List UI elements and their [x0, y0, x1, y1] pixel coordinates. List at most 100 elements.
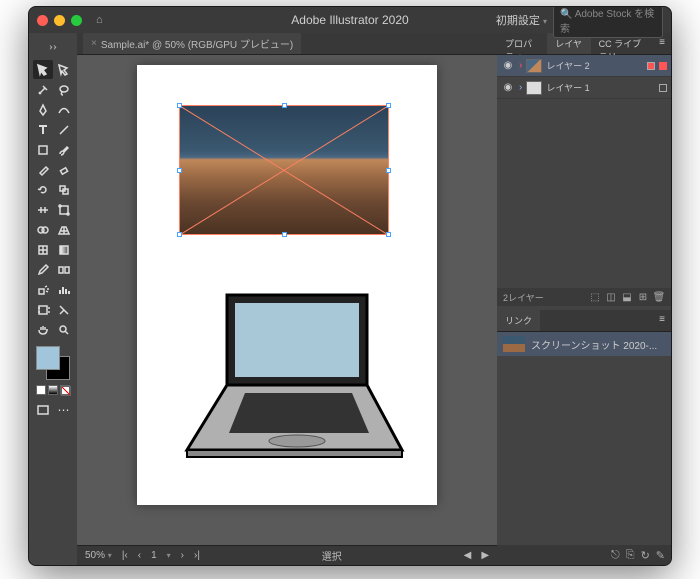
close-tab-icon[interactable]: × [91, 38, 97, 49]
locate-object-icon[interactable]: ⬚ [589, 291, 601, 303]
fill-stroke-swatch[interactable] [36, 346, 70, 380]
artboard-nav-first[interactable]: |‹ [122, 550, 128, 561]
link-filename: スクリーンショット 2020-... [531, 337, 657, 352]
app-nav: ⌂ [96, 14, 103, 26]
graph-tool[interactable] [54, 280, 74, 299]
handle-tr[interactable] [386, 103, 391, 108]
document-tab-label: Sample.ai* @ 50% (RGB/GPU プレビュー) [101, 36, 293, 51]
scroll-right[interactable]: ▶ [481, 550, 489, 561]
close-window-button[interactable] [37, 15, 48, 26]
scroll-left[interactable]: ◀ [464, 550, 472, 561]
links-tab[interactable]: リンク [497, 310, 540, 331]
color-mode-solid[interactable] [36, 385, 46, 395]
layers-footer: 2レイヤー ⬚ ◫ ⬓ ⊞ 🗑 [497, 288, 671, 306]
gradient-tool[interactable] [54, 240, 74, 259]
layer-selected-indicator [659, 62, 667, 70]
layer-count: 2レイヤー [503, 291, 544, 304]
artboard-nav-last[interactable]: ›| [194, 550, 200, 561]
artboard-number[interactable]: 1 [151, 550, 157, 561]
symbol-sprayer-tool[interactable] [33, 280, 53, 299]
edit-original-icon[interactable]: ✎ [656, 549, 665, 562]
link-thumbnail [503, 336, 525, 352]
hand-tool[interactable] [33, 320, 53, 339]
color-mode-none[interactable] [60, 385, 70, 395]
pen-tool[interactable] [33, 100, 53, 119]
rotate-tool[interactable] [33, 180, 53, 199]
zoom-tool[interactable] [54, 320, 74, 339]
visibility-icon[interactable]: ◉ [501, 60, 515, 71]
maximize-window-button[interactable] [71, 15, 82, 26]
width-tool[interactable] [33, 200, 53, 219]
direct-selection-tool[interactable] [54, 60, 74, 79]
toolbox-grip[interactable]: ›› [43, 37, 63, 56]
layer-row[interactable]: ◉ › レイヤー 1 [497, 77, 671, 99]
document-tab[interactable]: × Sample.ai* @ 50% (RGB/GPU プレビュー) [83, 33, 301, 54]
eraser-tool[interactable] [54, 160, 74, 179]
eyedropper-tool[interactable] [33, 260, 53, 279]
canvas[interactable] [77, 55, 497, 545]
layer-target-icon[interactable] [647, 62, 655, 70]
workspace-preset[interactable]: 初期設定 ▾ [496, 12, 547, 28]
relink-icon[interactable]: ⎋ [611, 549, 620, 562]
document-tabs: × Sample.ai* @ 50% (RGB/GPU プレビュー) [77, 33, 497, 55]
panels: プロパティ レイヤー CC ライブラリ ≡ ◉ › レイヤー 2 ◉ › [497, 33, 671, 565]
toolbox: ›› ⋯ [29, 33, 77, 565]
make-clip-icon[interactable]: ◫ [605, 291, 617, 303]
delete-layer-icon[interactable]: 🗑 [653, 291, 665, 303]
artboard-tool[interactable] [33, 300, 53, 319]
traffic-lights [37, 15, 82, 26]
slice-tool[interactable] [54, 300, 74, 319]
home-icon[interactable]: ⌂ [96, 14, 103, 26]
type-tool[interactable] [33, 120, 53, 139]
layer-target-icon[interactable] [659, 84, 667, 92]
links-menu-icon[interactable]: ≡ [653, 310, 671, 331]
mesh-tool[interactable] [33, 240, 53, 259]
perspective-tool[interactable] [54, 220, 74, 239]
handle-tl[interactable] [177, 103, 182, 108]
app-window: ⌂ Adobe Illustrator 2020 初期設定 ▾ 🔍 Adobe … [28, 6, 672, 566]
artboard-nav-prev[interactable]: ‹ [138, 550, 141, 561]
magic-wand-tool[interactable] [33, 80, 53, 99]
expand-icon[interactable]: › [519, 60, 522, 71]
fill-color[interactable] [36, 346, 60, 370]
color-mode-gradient[interactable] [48, 385, 58, 395]
new-layer-icon[interactable]: ⊞ [637, 291, 649, 303]
lasso-tool[interactable] [54, 80, 74, 99]
edit-toolbar[interactable]: ⋯ [54, 400, 74, 419]
selection-tool[interactable] [33, 60, 53, 79]
zoom-level[interactable]: 50% ▾ [85, 550, 112, 561]
curvature-tool[interactable] [54, 100, 74, 119]
goto-link-icon[interactable]: ⎘ [626, 549, 635, 562]
adobe-stock-search[interactable]: 🔍 Adobe Stock を検索 [553, 6, 663, 38]
line-tool[interactable] [54, 120, 74, 139]
layer-thumbnail [526, 59, 542, 73]
handle-br[interactable] [386, 232, 391, 237]
expand-icon[interactable]: › [519, 82, 522, 93]
shaper-tool[interactable] [33, 160, 53, 179]
free-transform-tool[interactable] [54, 200, 74, 219]
layer-row[interactable]: ◉ › レイヤー 2 [497, 55, 671, 77]
update-link-icon[interactable]: ↻ [641, 549, 650, 562]
handle-tm[interactable] [282, 103, 287, 108]
handle-mr[interactable] [386, 168, 391, 173]
laptop-illustration [167, 285, 407, 470]
brush-tool[interactable] [54, 140, 74, 159]
document-area: × Sample.ai* @ 50% (RGB/GPU プレビュー) [77, 33, 497, 565]
handle-ml[interactable] [177, 168, 182, 173]
screen-mode[interactable] [33, 400, 53, 419]
titlebar: ⌂ Adobe Illustrator 2020 初期設定 ▾ 🔍 Adobe … [29, 7, 671, 33]
minimize-window-button[interactable] [54, 15, 65, 26]
new-sublayer-icon[interactable]: ⬓ [621, 291, 633, 303]
shape-builder-tool[interactable] [33, 220, 53, 239]
app-title: Adobe Illustrator 2020 [291, 13, 408, 27]
current-tool-label: 選択 [322, 548, 342, 563]
blend-tool[interactable] [54, 260, 74, 279]
artboard-nav-next[interactable]: › [181, 550, 184, 561]
rectangle-tool[interactable] [33, 140, 53, 159]
scale-tool[interactable] [54, 180, 74, 199]
handle-bl[interactable] [177, 232, 182, 237]
link-item[interactable]: スクリーンショット 2020-... [497, 332, 671, 356]
placed-image-selected[interactable] [179, 105, 389, 235]
visibility-icon[interactable]: ◉ [501, 82, 515, 93]
handle-bm[interactable] [282, 232, 287, 237]
